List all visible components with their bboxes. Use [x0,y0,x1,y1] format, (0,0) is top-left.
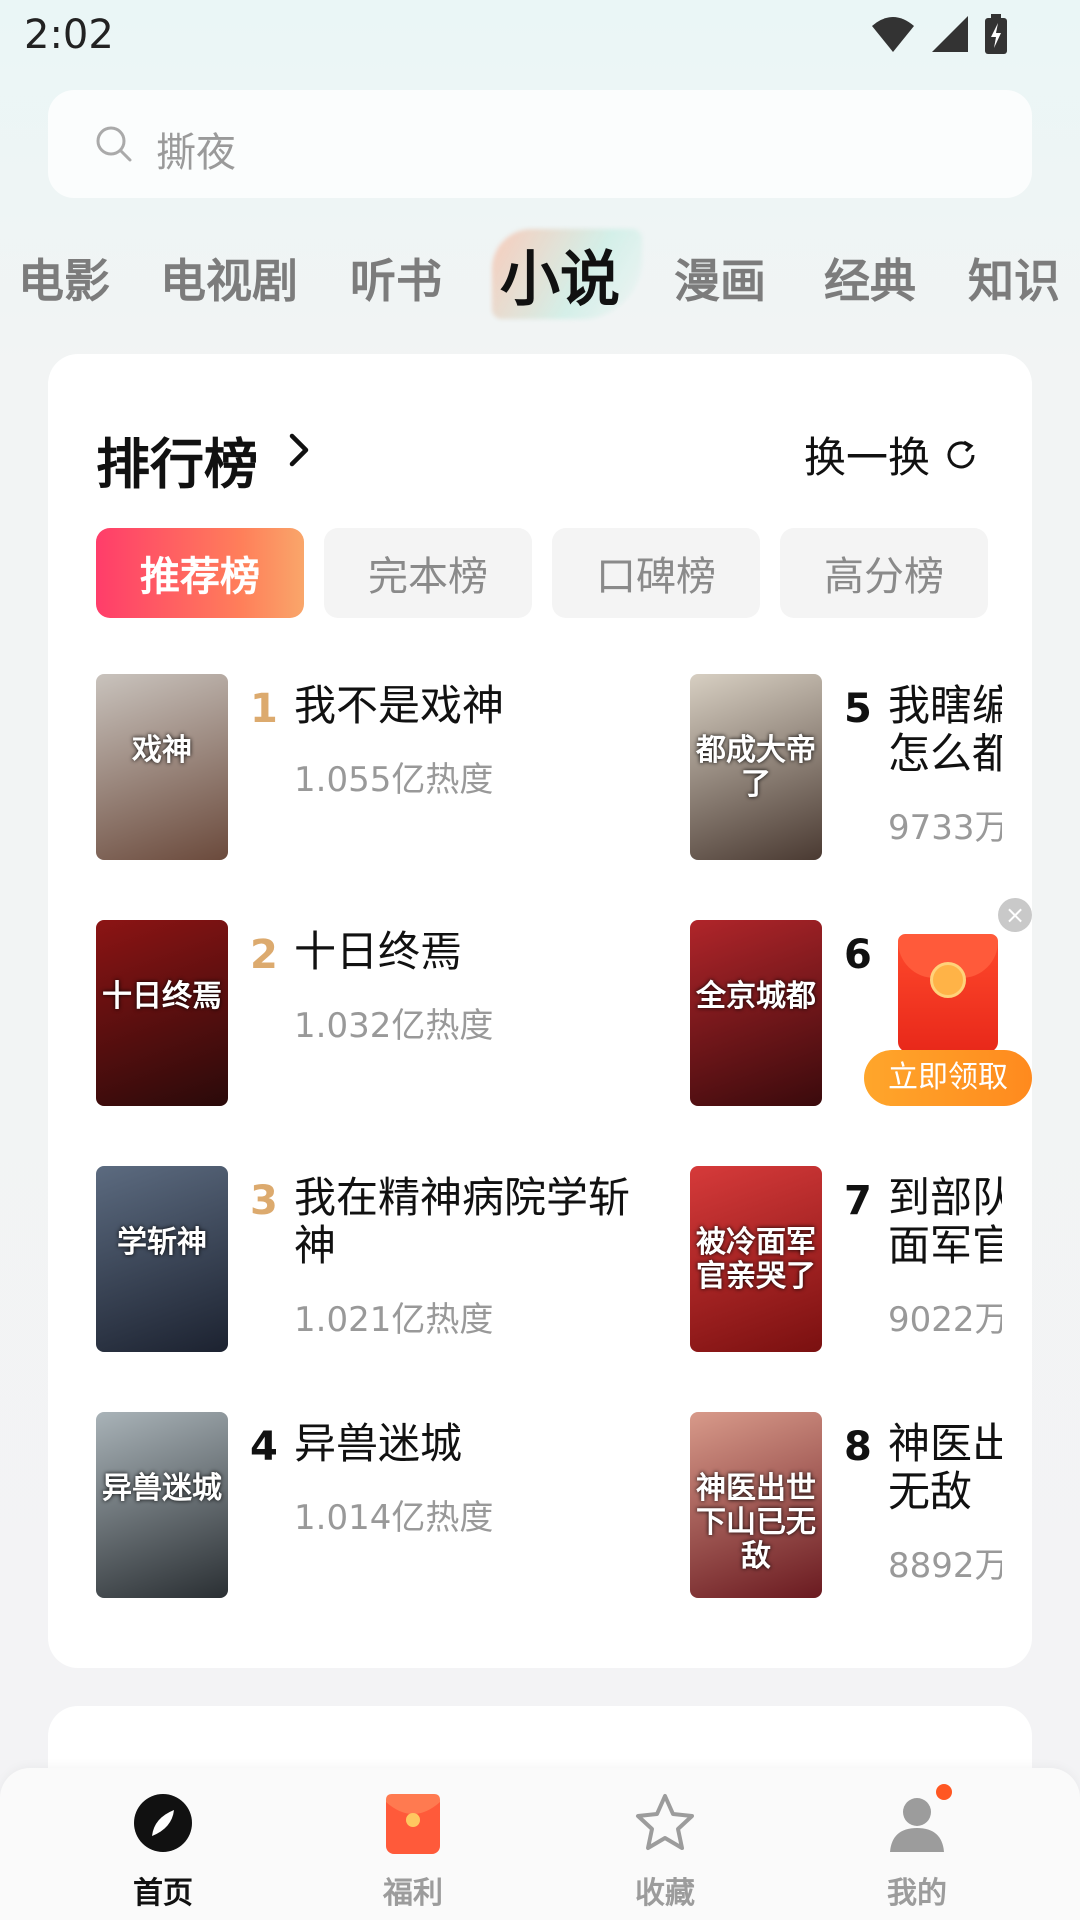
book-cover[interactable]: 全京城都 [690,920,822,1106]
book-heat: 8892万 [888,1546,1002,1586]
status-bar: 2:02 [0,0,1080,80]
cover-title: 神医出世下山已无敌 [696,1471,816,1574]
red-packet-icon [386,1794,440,1854]
book-title: 我在精神病院学斩神 [294,1173,631,1270]
book-cover[interactable]: 神医出世下山已无敌 [690,1412,822,1598]
cellular-signal-icon [932,16,968,52]
close-icon[interactable]: × [998,898,1032,932]
nav-favorites[interactable]: 收藏 [590,1768,740,1920]
battery-icon [985,14,1007,54]
cover-title: 十日终焉 [102,979,222,1014]
bottom-nav: 首页 福利 收藏 我的 [0,1768,1080,1920]
book-title: 十日终焉 [294,927,463,976]
book-heat: 1.032亿热度 [294,1006,494,1046]
tab-movie[interactable]: 电影 [18,245,110,311]
tab-audiobook[interactable]: 听书 [350,245,442,311]
cover-title: 被冷面军官亲哭了 [696,1225,816,1294]
book-cover[interactable]: 都成大帝了 [690,674,822,860]
status-time: 2:02 [24,12,114,58]
book-item-8[interactable]: 神医出世下山已无敌 8 神医出 无敌 8892万 [690,1412,1002,1602]
search-placeholder: 撕夜 [156,130,236,176]
nav-favorites-label: 收藏 [635,1876,695,1911]
nav-home[interactable]: 首页 [88,1768,238,1920]
nav-profile[interactable]: 我的 [842,1768,992,1920]
book-item-1[interactable]: 戏神 1 我不是戏神 1.055亿热度 [96,674,576,864]
red-packet-icon[interactable] [898,934,998,1052]
tab-recommended[interactable]: 推荐榜 [96,528,304,618]
rank-number: 5 [844,686,872,732]
book-title: 我瞎编 怎么都 [888,681,1002,778]
cover-title: 戏神 [132,733,192,768]
book-title: 我不是戏神 [294,681,505,730]
refresh-button[interactable]: 换一换 [804,424,978,485]
book-title: 到部队 面军官 [888,1173,1002,1270]
book-item-4[interactable]: 异兽迷城 4 异兽迷城 1.014亿热度 [96,1412,576,1602]
tab-high-score[interactable]: 高分榜 [780,528,988,618]
ranking-title[interactable]: 排行榜 [96,420,258,499]
compass-icon [134,1794,192,1852]
rank-number: 8 [844,1424,872,1470]
tab-classic[interactable]: 经典 [824,245,916,311]
nav-home-label: 首页 [133,1876,193,1911]
nav-welfare-label: 福利 [383,1876,443,1911]
book-item-2[interactable]: 十日终焉 2 十日终焉 1.032亿热度 [96,920,576,1110]
book-cover[interactable]: 异兽迷城 [96,1412,228,1598]
rank-number: 3 [250,1178,278,1224]
refresh-icon [947,440,975,468]
book-heat: 1.014亿热度 [294,1498,494,1538]
book-heat: 9733万 [888,808,1002,848]
tab-completed[interactable]: 完本榜 [324,528,532,618]
book-heat: 9022万 [888,1300,1002,1340]
tab-reputation[interactable]: 口碑榜 [552,528,760,618]
status-icons [870,14,1008,54]
book-item-3[interactable]: 学斩神 3 我在精神病院学斩神 1.021亿热度 [96,1166,630,1356]
nav-profile-label: 我的 [887,1876,947,1911]
book-cover[interactable]: 戏神 [96,674,228,860]
user-icon [890,1798,944,1852]
cover-title: 都成大帝了 [696,733,816,802]
book-heat: 1.055亿热度 [294,760,494,800]
cover-title: 异兽迷城 [102,1471,222,1506]
cover-title: 学斩神 [117,1225,207,1260]
rank-number: 7 [844,1178,872,1224]
red-packet-float[interactable]: × 立即领取 [864,898,1032,1108]
chevron-right-icon[interactable] [284,430,316,470]
book-title: 神医出 无敌 [888,1419,1002,1516]
book-item-5[interactable]: 都成大帝了 5 我瞎编 怎么都 9733万 [690,674,1002,864]
tab-comic[interactable]: 漫画 [674,245,766,311]
book-heat: 1.021亿热度 [294,1300,494,1340]
search-icon [96,126,132,162]
tab-tv[interactable]: 电视剧 [160,245,298,311]
rank-number: 4 [250,1424,278,1470]
claim-button[interactable]: 立即领取 [864,1050,1032,1106]
wifi-icon [872,17,914,52]
coin-icon [930,962,966,998]
book-cover[interactable]: 十日终焉 [96,920,228,1106]
refresh-label: 换一换 [803,433,930,482]
tab-knowledge[interactable]: 知识 [968,245,1060,311]
notification-dot [936,1784,952,1800]
ranking-tabs: 推荐榜 完本榜 口碑榜 高分榜 [96,528,988,618]
rank-number: 2 [250,932,278,978]
category-tabs: 电影 电视剧 听书 小说 漫画 经典 知识 [0,225,1080,325]
book-cover[interactable]: 被冷面军官亲哭了 [690,1166,822,1352]
tab-novel[interactable]: 小说 [500,231,620,318]
search-bar[interactable]: 撕夜 [48,90,1032,198]
star-icon [636,1794,694,1850]
nav-welfare[interactable]: 福利 [338,1768,488,1920]
book-cover[interactable]: 学斩神 [96,1166,228,1352]
book-title: 异兽迷城 [294,1419,463,1468]
rank-number: 1 [250,686,278,732]
book-item-7[interactable]: 被冷面军官亲哭了 7 到部队 面军官 9022万 [690,1166,1002,1356]
cover-title: 全京城都 [696,979,816,1014]
